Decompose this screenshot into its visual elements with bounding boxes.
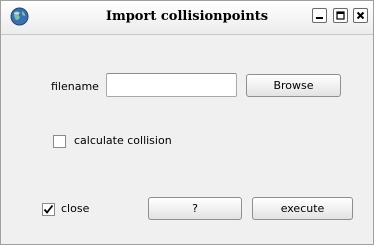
dialog-body: filename Browse calculate collision clos…: [1, 35, 373, 244]
help-button[interactable]: ?: [148, 197, 242, 220]
title-bar[interactable]: Import collisionpoints: [1, 1, 373, 35]
filename-label: filename: [51, 80, 99, 93]
maximize-icon: [336, 11, 345, 20]
close-checkbox[interactable]: [42, 203, 55, 216]
close-button[interactable]: [353, 8, 368, 23]
calculate-collision-label: calculate collision: [74, 134, 172, 147]
execute-button[interactable]: execute: [252, 197, 353, 220]
minimize-icon: [316, 17, 323, 19]
maximize-button[interactable]: [333, 8, 348, 23]
checkmark-icon: [43, 204, 54, 214]
import-dialog: Import collisionpoints filename Browse c…: [0, 0, 374, 245]
browse-button[interactable]: Browse: [246, 74, 341, 97]
filename-input[interactable]: [106, 73, 237, 97]
close-label: close: [61, 202, 90, 215]
minimize-button[interactable]: [312, 8, 327, 23]
calculate-collision-checkbox[interactable]: [53, 135, 66, 148]
close-icon: [356, 11, 365, 20]
